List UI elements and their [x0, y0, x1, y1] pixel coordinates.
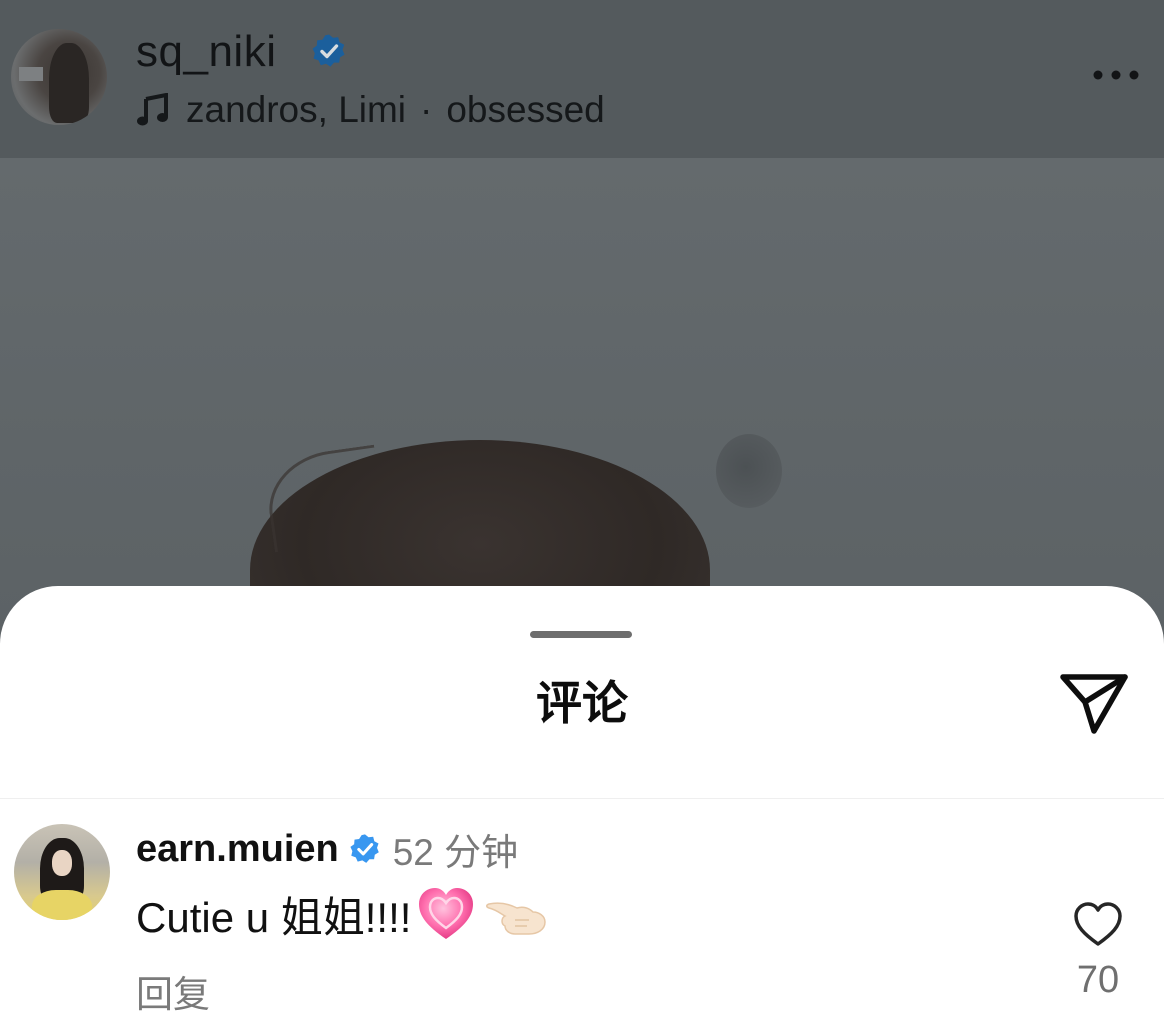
like-count: 70: [1076, 959, 1120, 1001]
comments-sheet: 评论 earn.muien 52 分钟 Cutie u 姐姐!!!! 回复 70: [0, 586, 1164, 1024]
sheet-title: 评论: [536, 677, 628, 729]
post-photo-detail: [716, 434, 782, 508]
music-note-icon: [137, 93, 168, 126]
comment-item: earn.muien 52 分钟 Cutie u 姐姐!!!! 回复 70: [0, 804, 1164, 1024]
comment-timestamp: 52 分钟: [392, 832, 519, 873]
verified-badge-icon: [350, 834, 379, 863]
sheet-divider: [0, 798, 1164, 799]
avatar-detail: [49, 43, 89, 123]
growing-heart-emoji: [419, 888, 474, 939]
music-song: obsessed: [446, 89, 605, 130]
sheet-drag-handle[interactable]: [530, 631, 632, 638]
avatar-detail: [52, 850, 72, 876]
post-music-info[interactable]: zandros, Limi · obsessed: [136, 86, 605, 134]
music-separator: ·: [420, 89, 433, 130]
reply-button[interactable]: 回复: [136, 964, 210, 1018]
more-options-icon[interactable]: [1090, 60, 1142, 90]
comment-body: Cutie u 姐姐!!!!: [136, 886, 549, 942]
comment-header: earn.muien 52 分钟: [136, 824, 518, 874]
avatar-detail: [32, 890, 92, 920]
post-author-avatar[interactable]: [11, 29, 107, 125]
verified-badge-icon: [312, 34, 345, 67]
screen: sq_niki zandros, Limi · obsessed 评论 earn…: [0, 0, 1164, 1024]
comment-text: Cutie u 姐姐!!!!: [136, 893, 412, 941]
post-author-username[interactable]: sq_niki: [136, 26, 276, 78]
comment-author-avatar[interactable]: [14, 824, 110, 920]
music-artists: zandros, Limi: [186, 89, 407, 130]
heart-outline-icon[interactable]: [1072, 900, 1124, 948]
send-icon[interactable]: [1058, 672, 1130, 738]
pointing-hand-emoji: [486, 902, 547, 935]
post-header: [0, 0, 1164, 158]
avatar-detail: [19, 67, 43, 81]
comment-author-username[interactable]: earn.muien: [136, 828, 339, 871]
